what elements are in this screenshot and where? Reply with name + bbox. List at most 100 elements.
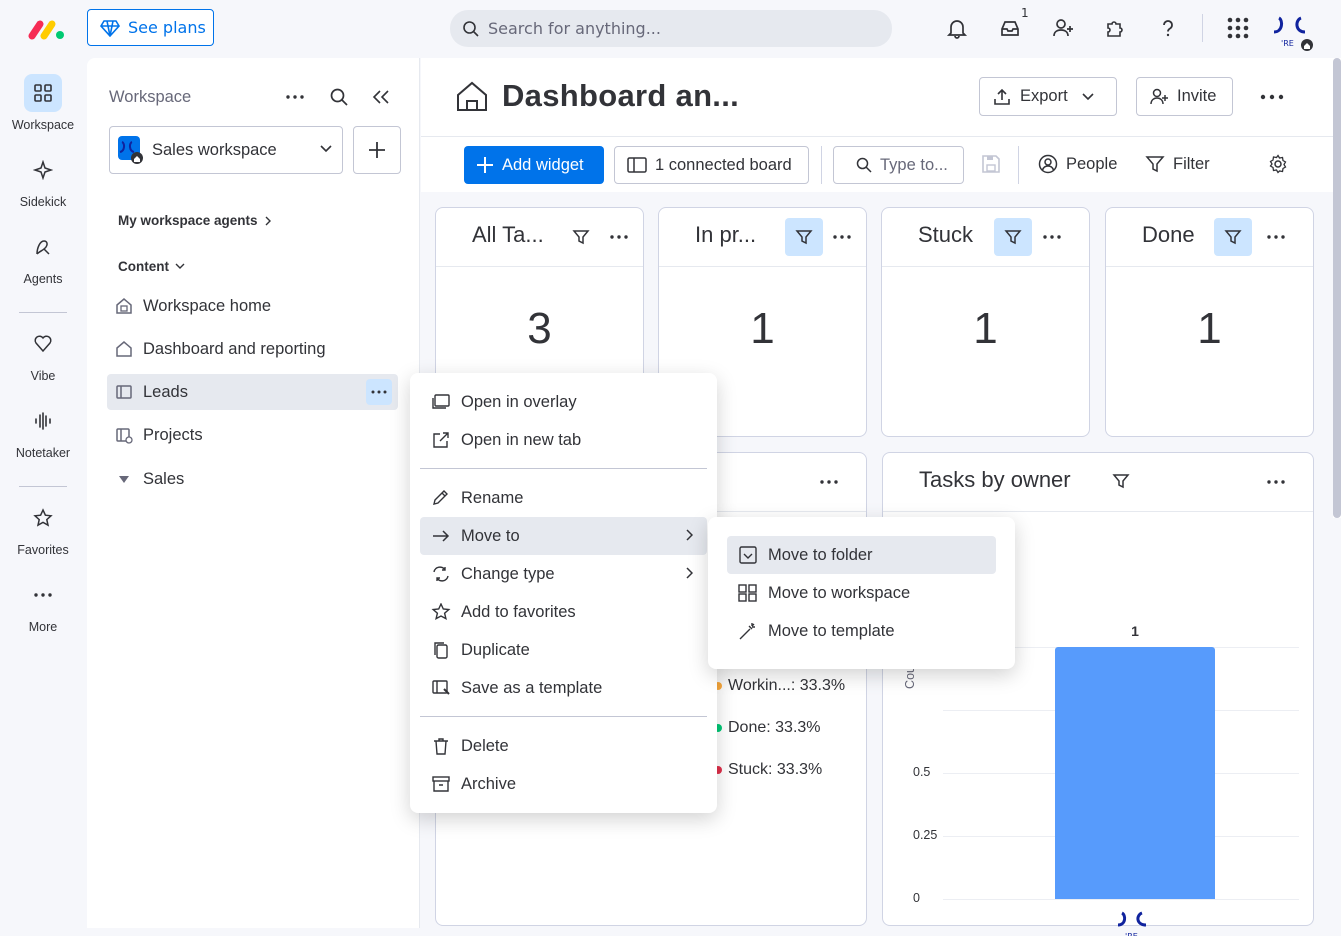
rail-vibe[interactable]: Vibe — [0, 325, 86, 383]
more-dots-icon[interactable] — [814, 467, 844, 497]
more-dots-icon[interactable] — [1259, 84, 1285, 110]
bar[interactable] — [1055, 647, 1215, 899]
external-link-icon — [433, 432, 449, 448]
menu-item-label: Move to folder — [768, 545, 873, 564]
menu-item-label: Rename — [461, 488, 524, 507]
rail-label: Favorites — [17, 543, 69, 557]
rail-more[interactable]: More — [0, 576, 86, 634]
dashboard-home-icon — [455, 80, 489, 112]
global-search-input[interactable]: Search for anything... — [450, 10, 892, 47]
workspace-agents-link[interactable]: My workspace agents — [118, 213, 272, 228]
funnel-icon[interactable] — [1214, 218, 1252, 256]
export-button[interactable]: Export — [979, 77, 1117, 116]
submenu-move-to-folder[interactable]: Move to folder — [727, 536, 996, 574]
type-to-search-input[interactable]: Type to... — [833, 146, 964, 184]
more-dots-icon[interactable] — [1261, 222, 1291, 252]
scrollbar-thumb[interactable] — [1333, 58, 1341, 518]
bar-data-label: 1 — [1131, 623, 1139, 639]
app-grid-icon[interactable] — [1224, 14, 1252, 42]
menu-item-label: Move to — [461, 526, 520, 545]
nav-sales-folder[interactable]: Sales — [107, 461, 398, 497]
chevron-down-icon — [175, 263, 185, 269]
widget-title: Done — [1142, 222, 1195, 247]
menu-save-as-template[interactable]: Save as a template — [420, 669, 707, 707]
menu-change-type[interactable]: Change type — [420, 555, 707, 593]
leads-more-button[interactable] — [366, 379, 392, 405]
see-plans-button[interactable]: See plans — [87, 9, 214, 46]
help-icon[interactable] — [1154, 14, 1182, 42]
menu-move-to[interactable]: Move to — [420, 517, 707, 555]
rail-agents[interactable]: Agents — [0, 228, 86, 286]
more-dots-icon[interactable] — [1037, 222, 1067, 252]
menu-rename[interactable]: Rename — [420, 479, 707, 517]
widget-done[interactable]: Done 1 — [1105, 207, 1314, 437]
agents-icon — [24, 228, 62, 266]
nav-dashboard-reporting[interactable]: Dashboard and reporting — [107, 331, 398, 367]
connected-board-button[interactable]: 1 connected board — [614, 146, 809, 184]
funnel-icon[interactable] — [994, 218, 1032, 256]
content-section-toggle[interactable]: Content — [118, 259, 185, 274]
y-tick-label: 0.5 — [913, 765, 931, 779]
rail-sidekick[interactable]: Sidekick — [0, 151, 86, 209]
menu-add-to-favorites[interactable]: Add to favorites — [420, 593, 707, 631]
header-divider — [421, 136, 1341, 137]
collapse-panel-icon[interactable] — [368, 84, 394, 110]
monday-logo[interactable] — [28, 16, 68, 42]
menu-delete[interactable]: Delete — [420, 727, 707, 765]
legend-label: Workin...: 33.3% — [728, 677, 846, 694]
see-plans-label: See plans — [128, 18, 206, 37]
search-icon — [856, 157, 872, 173]
rail-label: Agents — [23, 272, 63, 286]
inbox-icon[interactable] — [996, 14, 1024, 42]
menu-open-in-new-tab[interactable]: Open in new tab — [420, 421, 707, 459]
more-dots-icon — [371, 390, 387, 394]
add-widget-button[interactable]: Add widget — [464, 146, 604, 184]
plus-icon — [477, 157, 493, 173]
invite-button[interactable]: Invite — [1136, 77, 1233, 116]
submenu-move-to-workspace[interactable]: Move to workspace — [727, 574, 996, 612]
people-filter-button[interactable]: People — [1038, 154, 1117, 174]
menu-duplicate[interactable]: Duplicate — [420, 631, 707, 669]
nav-projects[interactable]: Projects — [107, 417, 398, 453]
funnel-icon[interactable] — [785, 218, 823, 256]
agents-link-label: My workspace agents — [118, 213, 258, 228]
rail-workspace[interactable]: Workspace — [0, 74, 86, 132]
project-board-icon — [115, 426, 133, 444]
nav-leads[interactable]: Leads — [107, 374, 398, 410]
rail-notetaker[interactable]: Notetaker — [0, 402, 86, 460]
menu-item-label: Duplicate — [461, 640, 530, 659]
swap-icon — [433, 566, 449, 582]
workspace-selector[interactable]: Sales workspace — [109, 126, 343, 174]
more-dots-icon[interactable] — [827, 222, 857, 252]
submenu-move-to-template[interactable]: Move to template — [727, 612, 996, 650]
save-icon[interactable] — [981, 154, 1001, 174]
search-icon[interactable] — [326, 84, 352, 110]
workspace-avatar-icon — [118, 136, 144, 164]
invite-label: Invite — [1177, 87, 1217, 105]
rail-divider — [19, 486, 67, 487]
apps-puzzle-icon[interactable] — [1101, 14, 1129, 42]
invite-members-icon[interactable] — [1049, 14, 1077, 42]
workspace-options-icon[interactable] — [282, 84, 308, 110]
workspace-grid-icon — [738, 584, 757, 602]
add-item-button[interactable] — [353, 126, 401, 174]
settings-gear-icon[interactable] — [1268, 154, 1288, 174]
nav-workspace-home[interactable]: Workspace home — [107, 288, 398, 324]
workspace-panel-title: Workspace — [109, 88, 192, 106]
more-dots-icon[interactable] — [604, 222, 634, 252]
heart-icon — [24, 325, 62, 363]
widget-stuck[interactable]: Stuck 1 — [881, 207, 1090, 437]
caret-down-icon — [115, 475, 133, 483]
menu-archive[interactable]: Archive — [420, 765, 707, 803]
user-avatar[interactable]: 'RE — [1271, 12, 1317, 52]
search-placeholder: Search for anything... — [488, 19, 661, 38]
notifications-bell-icon[interactable] — [943, 14, 971, 42]
menu-open-in-overlay[interactable]: Open in overlay — [420, 383, 707, 421]
funnel-icon[interactable] — [562, 218, 600, 256]
chevron-right-icon — [686, 567, 693, 579]
trash-icon — [434, 738, 448, 755]
widget-title: Stuck — [918, 222, 974, 247]
page-title[interactable]: Dashboard an... — [502, 78, 739, 114]
rail-favorites[interactable]: Favorites — [0, 499, 86, 557]
filter-button[interactable]: Filter — [1145, 154, 1210, 174]
